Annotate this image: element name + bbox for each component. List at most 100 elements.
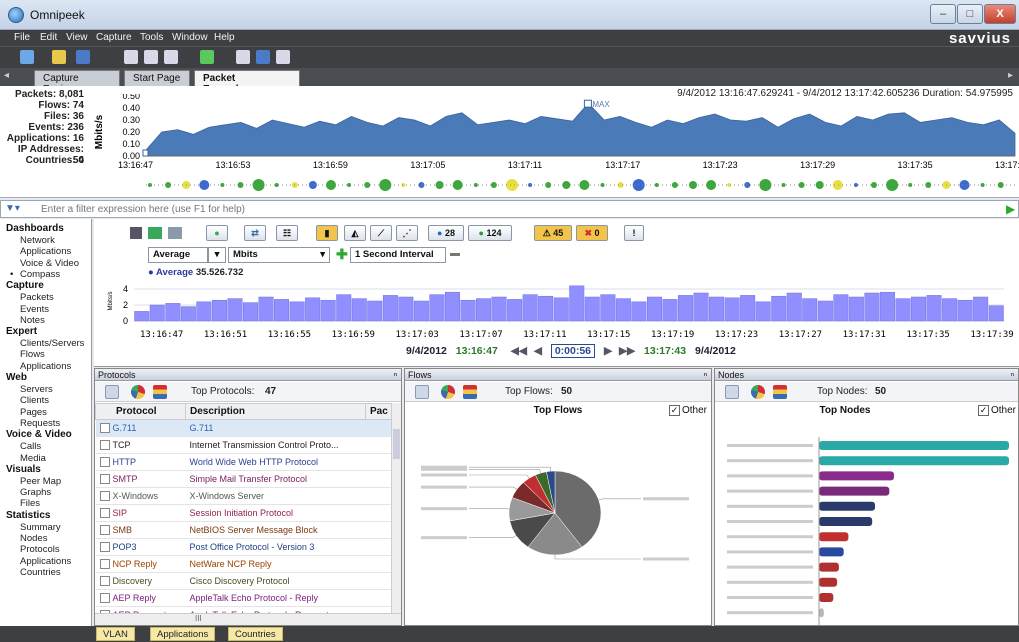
node-bar[interactable] bbox=[819, 593, 834, 602]
sidebar-item[interactable]: Applications bbox=[20, 361, 71, 372]
bar[interactable] bbox=[367, 300, 383, 322]
bar[interactable] bbox=[227, 298, 243, 322]
table-button[interactable]: ☷ bbox=[276, 225, 298, 241]
bar[interactable] bbox=[879, 291, 895, 322]
sidebar-item[interactable]: Files bbox=[20, 498, 40, 509]
bar[interactable] bbox=[911, 296, 927, 322]
bar[interactable] bbox=[382, 295, 398, 322]
row-checkbox[interactable] bbox=[99, 423, 110, 434]
sidebar-item[interactable]: Peer Map bbox=[20, 476, 61, 487]
node-bar[interactable] bbox=[819, 532, 849, 542]
step-back-icon[interactable]: ◀ bbox=[534, 345, 542, 357]
top-nodes-bar-chart[interactable]: 06,00012,00018,000Average Bytes bbox=[715, 421, 1018, 625]
sidebar-item[interactable]: Applications bbox=[20, 556, 71, 567]
node-bar[interactable] bbox=[819, 577, 838, 587]
table-row[interactable]: G.711 G.711 bbox=[95, 419, 391, 437]
sidebar-section-header[interactable]: Expert bbox=[6, 326, 37, 337]
sidebar-item[interactable]: Notes bbox=[20, 315, 45, 326]
bar-view-icon[interactable] bbox=[463, 385, 477, 399]
sidebar-section-header[interactable]: Statistics bbox=[6, 510, 50, 521]
area-series[interactable] bbox=[145, 102, 1016, 157]
step-forward-icon[interactable]: ▶ bbox=[604, 345, 612, 357]
bar[interactable] bbox=[786, 292, 802, 322]
add-interval-icon[interactable]: ✚ bbox=[336, 246, 348, 263]
bar[interactable] bbox=[864, 292, 880, 322]
sidebar-item[interactable]: Applications bbox=[20, 246, 71, 257]
tab-packet-examples[interactable]: Packet Examples.wpz × bbox=[194, 70, 300, 95]
sidebar-item[interactable]: Clients/Servers bbox=[20, 338, 84, 349]
bottom-tab-vlan[interactable]: VLAN bbox=[96, 627, 135, 641]
bar[interactable] bbox=[678, 295, 694, 322]
area-chart-button[interactable]: ◭ bbox=[344, 225, 366, 241]
column-header-protocol[interactable]: Protocol bbox=[95, 403, 186, 420]
node-bar[interactable] bbox=[819, 517, 873, 526]
sidebar-item[interactable]: Media bbox=[20, 453, 46, 464]
menu-view[interactable]: View bbox=[66, 32, 88, 43]
bar[interactable] bbox=[320, 299, 336, 322]
new-capture-icon[interactable] bbox=[20, 50, 34, 64]
pie-view-icon[interactable] bbox=[441, 385, 455, 399]
interval-select[interactable]: 1 Second Interval bbox=[350, 247, 446, 263]
bar[interactable] bbox=[413, 300, 429, 322]
event-dot[interactable] bbox=[579, 180, 590, 190]
tabs-scroll-right-icon[interactable]: ▸ bbox=[1008, 70, 1013, 81]
event-dot[interactable] bbox=[418, 182, 425, 188]
bar[interactable] bbox=[646, 296, 662, 322]
row-checkbox[interactable] bbox=[99, 525, 110, 536]
table-row[interactable]: X-Windows X-Windows Server bbox=[95, 487, 391, 505]
table-row[interactable]: SMB NetBIOS Server Message Block bbox=[95, 521, 391, 539]
event-dot[interactable] bbox=[759, 179, 772, 191]
bottom-tab-applications[interactable]: Applications bbox=[150, 627, 216, 641]
pin-icon[interactable]: ⁿ bbox=[1011, 369, 1014, 381]
bar[interactable] bbox=[522, 294, 538, 322]
table-view-icon[interactable] bbox=[105, 385, 119, 399]
minimize-button[interactable]: – bbox=[930, 4, 956, 24]
table-row[interactable]: Discovery Cisco Discovery Protocol bbox=[95, 572, 391, 590]
bar[interactable] bbox=[942, 298, 958, 322]
error-events-button[interactable]: ✖ 0 bbox=[576, 225, 608, 241]
print-icon[interactable] bbox=[130, 227, 142, 239]
bar[interactable] bbox=[538, 295, 554, 322]
other-checkbox[interactable]: ✓ bbox=[977, 405, 989, 416]
other-toggle[interactable]: ✓ Other bbox=[977, 405, 1016, 416]
save-icon[interactable] bbox=[76, 50, 90, 64]
tabs-scroll-left-icon[interactable]: ◂ bbox=[4, 70, 9, 81]
bar[interactable] bbox=[274, 299, 290, 322]
menu-capture[interactable]: Capture bbox=[96, 32, 132, 43]
bar[interactable] bbox=[771, 295, 787, 322]
copy-icon[interactable] bbox=[144, 50, 158, 64]
sidebar-item[interactable]: Voice & Video bbox=[20, 258, 79, 269]
capture-start-icon[interactable] bbox=[200, 50, 214, 64]
binoculars-icon[interactable] bbox=[168, 227, 182, 239]
bar[interactable] bbox=[305, 297, 321, 322]
event-dot[interactable] bbox=[744, 182, 751, 188]
bar[interactable] bbox=[817, 300, 833, 322]
forward-end-icon[interactable]: ▶▶ bbox=[619, 345, 635, 357]
bar[interactable] bbox=[351, 298, 367, 322]
bar[interactable] bbox=[973, 296, 989, 322]
bar[interactable] bbox=[134, 311, 150, 322]
table-row[interactable]: SIP Session Initiation Protocol bbox=[95, 504, 391, 522]
other-checkbox[interactable]: ✓ bbox=[668, 405, 680, 416]
table-row[interactable]: POP3 Post Office Protocol - Version 3 bbox=[95, 538, 391, 556]
event-dot[interactable] bbox=[506, 179, 518, 191]
table-row[interactable]: HTTP World Wide Web HTTP Protocol bbox=[95, 453, 391, 471]
sidebar-item[interactable]: Calls bbox=[20, 441, 41, 452]
sidebar-section-header[interactable]: Dashboards bbox=[6, 223, 64, 234]
pin-icon[interactable]: ⁿ bbox=[394, 369, 397, 381]
bar-view-icon[interactable] bbox=[773, 385, 787, 399]
sidebar-item[interactable]: Packets bbox=[20, 292, 54, 303]
close-button[interactable]: X bbox=[984, 4, 1016, 24]
node-bar[interactable] bbox=[819, 608, 824, 618]
menu-tools[interactable]: Tools bbox=[140, 32, 163, 43]
bar[interactable] bbox=[476, 298, 492, 322]
vertical-scrollbar[interactable] bbox=[391, 403, 401, 613]
bar[interactable] bbox=[569, 285, 585, 322]
bar[interactable] bbox=[196, 301, 212, 322]
row-checkbox[interactable] bbox=[99, 440, 110, 451]
sidebar-item[interactable]: Flows bbox=[20, 349, 45, 360]
info-events-button[interactable]: ● 28 bbox=[428, 225, 464, 241]
bar[interactable] bbox=[895, 298, 911, 322]
sidebar-item[interactable]: Requests bbox=[20, 418, 60, 429]
pie-view-icon[interactable] bbox=[751, 385, 765, 399]
